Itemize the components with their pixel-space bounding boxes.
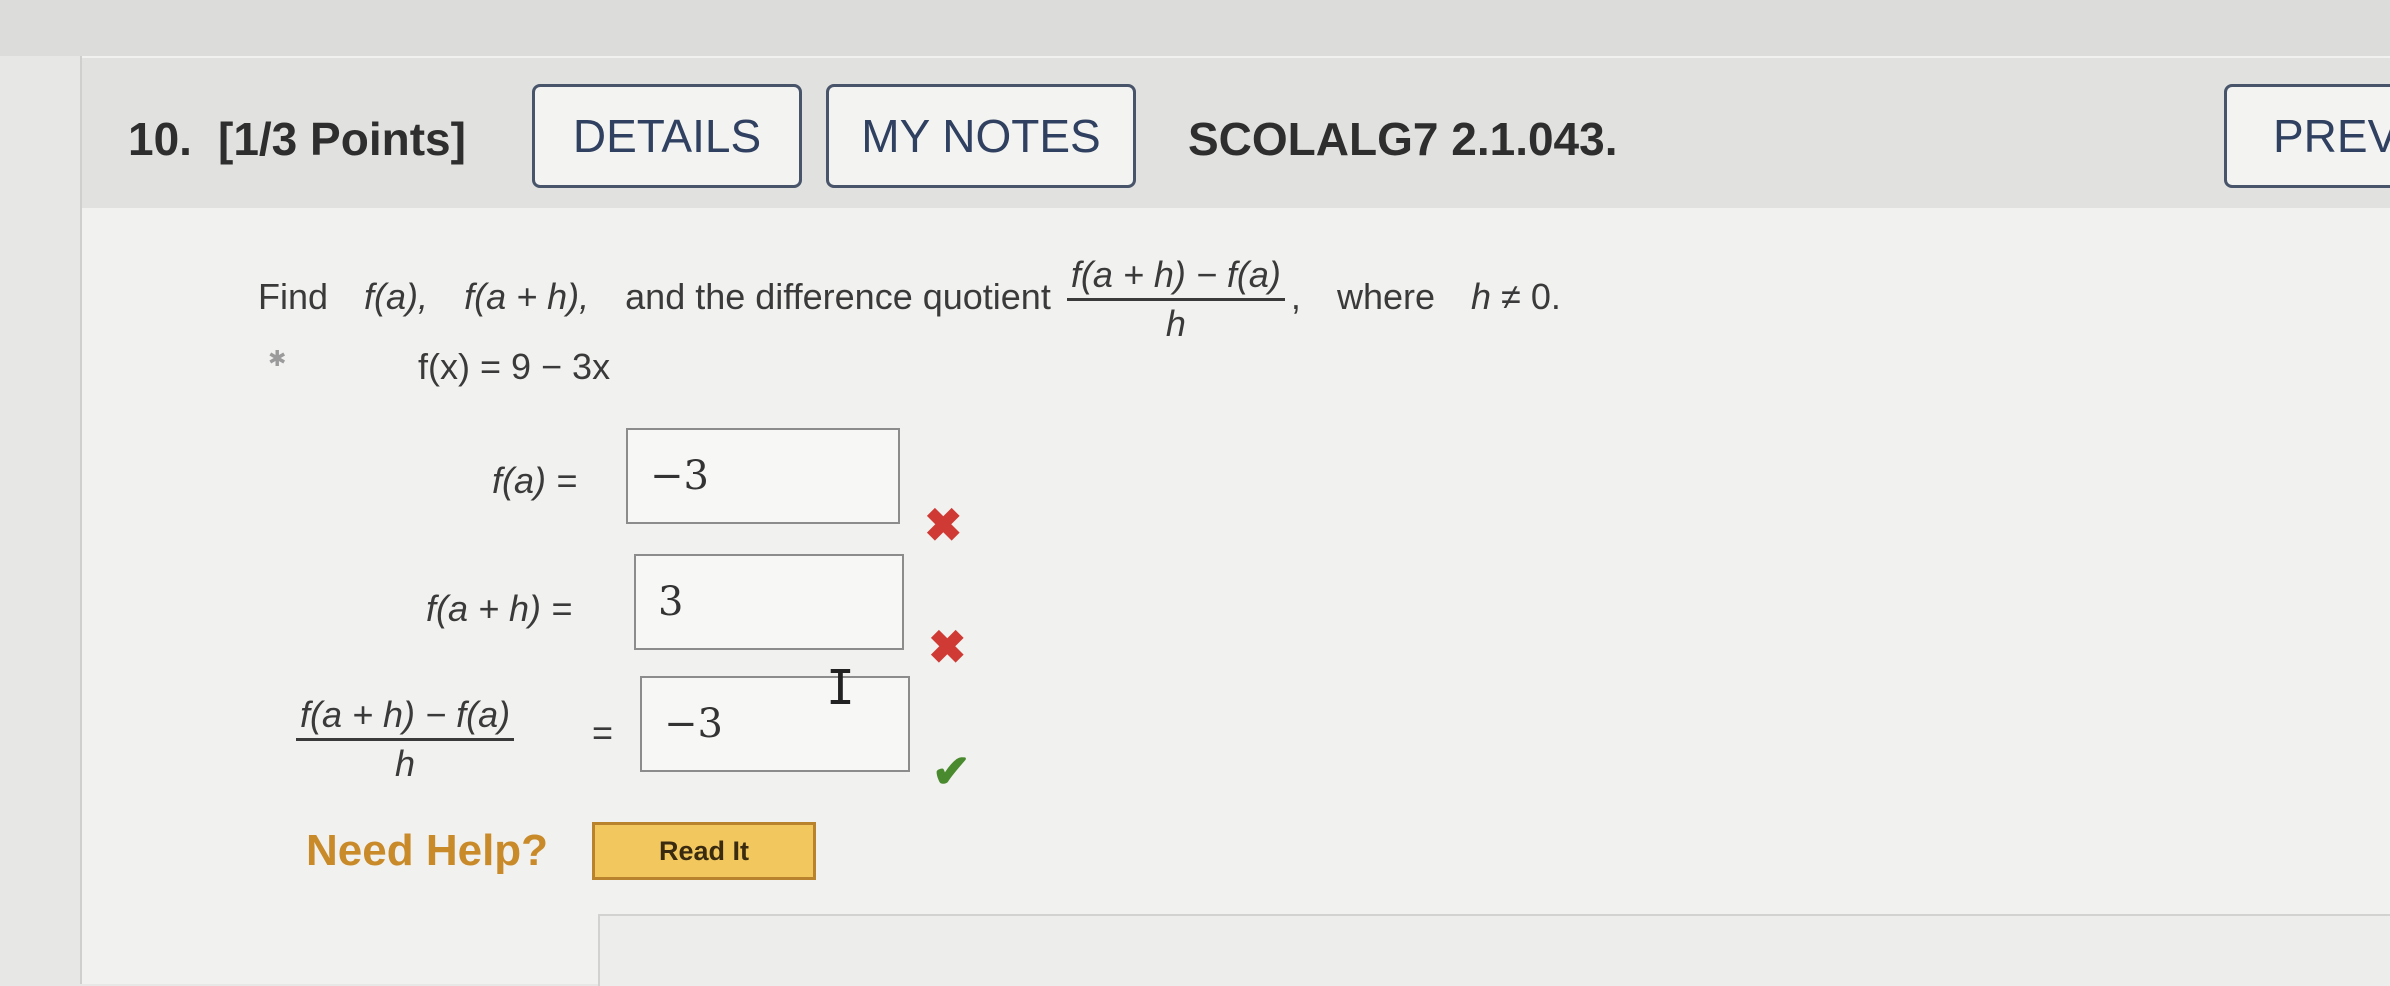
text-cursor-icon: I (826, 660, 855, 716)
answer-label-quotient: f(a + h) − f(a) h (290, 694, 520, 785)
need-help-label: Need Help? (306, 826, 549, 875)
my-notes-button[interactable]: MY NOTES (826, 84, 1136, 188)
question-prompt: Find f(a), f(a + h), and the difference … (258, 254, 1561, 345)
quotient-numerator: f(a + h) − f(a) (296, 694, 515, 741)
prompt-fa: f(a), (364, 276, 429, 318)
details-button[interactable]: DETAILS (532, 84, 802, 188)
question-code: SCOLALG7 2.1.043. (1188, 113, 1618, 165)
answer-input-quotient[interactable]: −3 (640, 676, 910, 772)
top-strip (0, 0, 2390, 56)
prompt-comma: , (1290, 276, 1301, 318)
prompt-find: Find (258, 276, 329, 318)
answer-label-fah: f(a + h) = (426, 588, 573, 629)
question-points: [1/3 Points] (218, 113, 466, 165)
prompt-difference-quotient: f(a + h) − f(a) h (1066, 254, 1285, 345)
answer-input-fah[interactable]: 3 (634, 554, 904, 650)
prompt-cond-rest: ≠ 0. (1501, 276, 1561, 318)
read-it-button[interactable]: Read It (592, 822, 816, 880)
x-mark-icon: ✖ (928, 621, 967, 673)
x-mark-icon: ✖ (924, 499, 963, 551)
question-number: 10. (128, 113, 192, 165)
quotient-equals: = (592, 712, 614, 753)
function-definition: f(x) = 9 − 3x (418, 346, 611, 387)
answer-input-fa[interactable]: −3 (626, 428, 900, 524)
prompt-where: where (1336, 276, 1436, 318)
quotient-fraction: f(a + h) − f(a) h (296, 694, 515, 785)
check-mark-icon: ✔ (932, 745, 971, 797)
quotient-denominator: h (395, 743, 416, 784)
prompt-frac-denominator: h (1165, 303, 1186, 344)
prompt-frac-numerator: f(a + h) − f(a) (1066, 254, 1285, 301)
prompt-and-text: and the difference quotient (625, 276, 1051, 318)
preview-button[interactable]: PREVIO (2224, 84, 2390, 188)
next-panel (598, 914, 2390, 986)
prompt-cond-var: h (1471, 276, 1492, 318)
bullet-icon: ✱ (268, 346, 287, 371)
answer-label-fa: f(a) = (492, 460, 578, 501)
prompt-fah: f(a + h), (464, 276, 590, 318)
